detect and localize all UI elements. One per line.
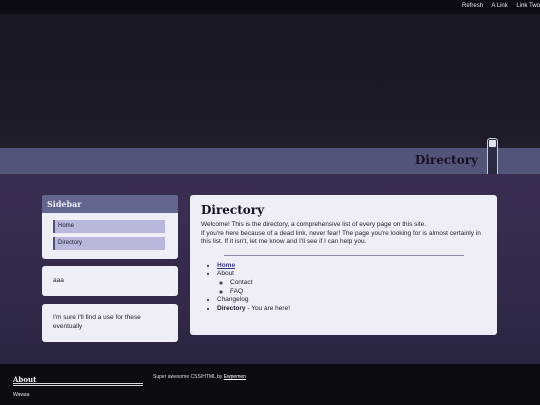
footer-divider (13, 385, 143, 386)
you-are-here-note: - You are here! (245, 304, 290, 312)
changelog-item: Changelog (217, 296, 249, 304)
footer-about-text: Wawaa (13, 392, 30, 398)
intro-paragraph-1: Welcome! This is the directory, a compre… (201, 221, 427, 228)
page-banner: Directory (0, 138, 540, 184)
sidebar-title: Sidebar (42, 195, 178, 213)
footer: About Wawaa Super awesome CSS/HTML by Ew… (0, 364, 540, 405)
sidebar-link-directory[interactable]: Directory (53, 237, 165, 250)
credit-text: Super awesome CSS/HTML by (153, 374, 224, 380)
about-sublist: Contact FAQ (217, 279, 486, 296)
directory-item: Directory (217, 304, 246, 312)
contact-item: Contact (230, 278, 253, 286)
content-heading: Directory (201, 203, 265, 217)
top-nav-refresh-link[interactable]: Refresh (462, 3, 483, 9)
card-text: aaa (53, 277, 64, 284)
page-title: Directory (414, 153, 478, 167)
card-text: I'm sure I'll find a use for these event… (53, 314, 141, 330)
faq-item: FAQ (230, 287, 244, 295)
top-navigation-bar: Refresh A Link Link Two (0, 0, 540, 14)
intro-paragraph-2: If you're here because of a dead link, n… (201, 229, 481, 246)
footer-credit: Super awesome CSS/HTML by Ewpemen (153, 374, 246, 380)
list-item: Contact (230, 279, 486, 288)
sidebar: Sidebar Home Directory (42, 195, 178, 259)
top-nav-links: Refresh A Link Link Two (462, 3, 540, 9)
main-content-panel: Directory Welcome! This is the directory… (190, 195, 497, 335)
home-link[interactable]: Home (217, 262, 235, 269)
list-item: Changelog (217, 296, 486, 305)
credit-link[interactable]: Ewpemen (224, 374, 246, 380)
hero-area (0, 14, 540, 148)
list-item: About Contact FAQ (217, 270, 486, 296)
footer-divider (13, 383, 143, 384)
list-item: FAQ (230, 288, 486, 297)
top-nav-a-link[interactable]: A Link (491, 3, 507, 9)
about-label: About (217, 270, 234, 278)
sidebar-card-note: I'm sure I'll find a use for these event… (42, 304, 178, 342)
list-item: Directory - You are here! (217, 305, 486, 314)
sidebar-card-aaa: aaa (42, 266, 178, 296)
image-placeholder-icon (489, 140, 496, 147)
top-nav-link-two[interactable]: Link Two (516, 3, 540, 9)
directory-list: Home About Contact FAQ Changelog Directo… (201, 262, 486, 314)
divider (223, 254, 464, 256)
sidebar-link-home[interactable]: Home (53, 220, 165, 233)
list-item: Home (217, 262, 486, 271)
